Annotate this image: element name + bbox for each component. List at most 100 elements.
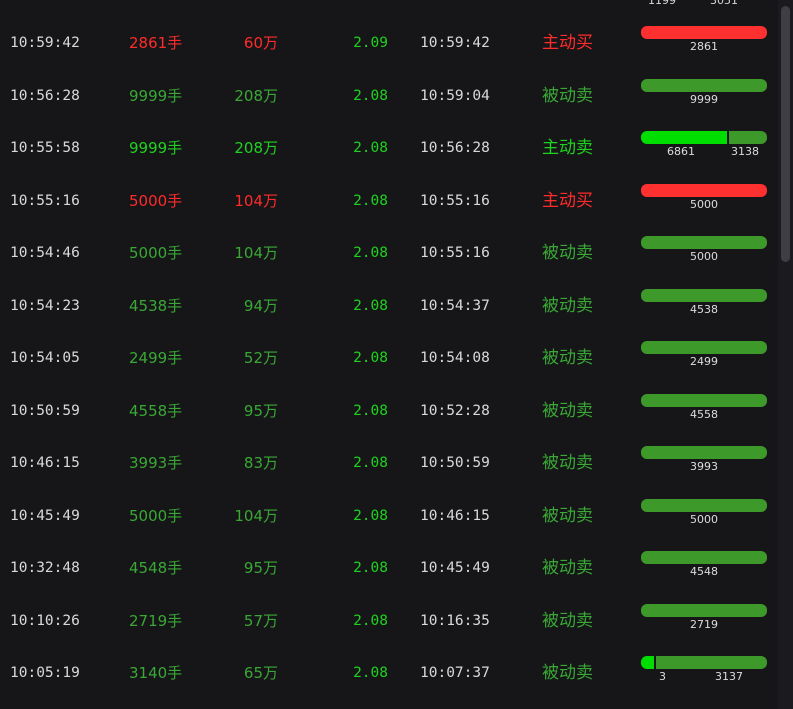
row-amount: 65万: [243, 664, 278, 682]
row-volume: 2719手: [129, 611, 183, 630]
row-time: 10:55:58: [10, 140, 80, 156]
volume-ratio-bar: [641, 656, 767, 669]
trade-row[interactable]: 10:32:48 4548手 95万 2.08 10:45:49 被动卖 4548: [0, 542, 780, 594]
partial-bar-labels: 1199 3051: [640, 0, 770, 7]
row-amount: 104万: [234, 244, 278, 262]
row-match-time: 10:55:16: [420, 245, 490, 261]
row-volume: 4548手: [129, 559, 183, 577]
row-time: 10:56:28: [10, 87, 80, 104]
trade-row[interactable]: 10:50:59 4558手 95万 2.08 10:52:28 被动卖 4558: [0, 385, 780, 437]
row-price: 2.08: [353, 245, 388, 261]
row-price: 2.08: [353, 560, 388, 576]
bar-segment: [641, 183, 767, 197]
row-amount: 208万: [234, 86, 278, 105]
bar-segment-right: [729, 131, 767, 144]
row-amount: 94万: [243, 296, 278, 315]
row-amount: 57万: [243, 611, 278, 630]
bar-label: 4538: [690, 302, 718, 316]
row-trade-type: 主动卖: [542, 138, 593, 158]
row-volume: 9999手: [129, 86, 183, 105]
row-amount: 95万: [243, 559, 278, 577]
bar-label: 5000: [690, 512, 718, 526]
volume-ratio-labels: 9999: [641, 93, 767, 107]
row-time: 10:32:48: [10, 560, 80, 576]
row-trade-type: 被动卖: [542, 348, 593, 368]
bar-label: 4558: [690, 407, 718, 421]
row-trade-type: 被动卖: [542, 663, 593, 683]
volume-ratio-labels: 2861: [641, 40, 767, 54]
row-volume: 5000手: [129, 506, 183, 525]
bar-label: 2499: [690, 355, 718, 368]
bar-label: 4548: [690, 565, 718, 578]
row-trade-type: 被动卖: [542, 558, 593, 578]
row-time: 10:54:46: [10, 245, 80, 261]
bar-segment: [641, 26, 767, 39]
row-volume: 4558手: [129, 401, 183, 420]
scrollbar-thumb[interactable]: [781, 6, 790, 262]
volume-ratio-bar: [641, 26, 767, 39]
row-volume: 5000手: [129, 191, 183, 210]
trade-row[interactable]: 10:54:23 4538手 94万 2.08 10:54:37 被动卖 4538: [0, 280, 780, 332]
row-time: 10:50:59: [10, 402, 80, 419]
volume-ratio-labels: 4538: [641, 303, 767, 317]
trade-row[interactable]: 10:45:49 5000手 104万 2.08 10:46:15 被动卖 5000: [0, 490, 780, 542]
volume-ratio-bar: [641, 183, 767, 197]
bar-segment-left: [641, 656, 654, 669]
trade-row[interactable]: 10:54:46 5000手 104万 2.08 10:55:16 被动卖 5000: [0, 227, 780, 279]
row-trade-type: 主动买: [542, 190, 593, 211]
row-match-time: 10:07:37: [420, 665, 490, 681]
row-time: 10:45:49: [10, 507, 80, 524]
volume-ratio-bar: [641, 78, 767, 92]
row-time: 10:05:19: [10, 665, 80, 681]
volume-ratio-labels: 2499: [641, 355, 767, 369]
row-price: 2.08: [353, 455, 388, 471]
row-volume: 2499手: [129, 349, 183, 367]
row-time: 10:54:23: [10, 297, 80, 314]
bar-label: 5000: [690, 197, 718, 211]
bar-left-label: 6861: [667, 145, 695, 158]
vertical-scrollbar[interactable]: [778, 0, 793, 709]
row-trade-type: 主动买: [542, 33, 593, 53]
row-amount: 104万: [234, 191, 278, 210]
bar-segment: [641, 393, 767, 407]
volume-ratio-bar: [641, 551, 767, 564]
volume-ratio-bar: [641, 498, 767, 512]
row-price: 2.08: [353, 402, 388, 419]
bar-right-label: 3138: [731, 145, 759, 158]
volume-ratio-bar: [641, 236, 767, 249]
row-amount: 52万: [243, 349, 278, 367]
volume-ratio-labels: 3 3137: [641, 670, 767, 684]
bar-segment: [641, 551, 767, 564]
row-match-time: 10:46:15: [420, 507, 490, 524]
row-match-time: 10:55:16: [420, 192, 490, 209]
volume-ratio-labels: 3993: [641, 460, 767, 474]
row-volume: 5000手: [129, 244, 183, 262]
row-trade-type: 被动卖: [542, 610, 593, 631]
trade-row[interactable]: 10:10:26 2719手 57万 2.08 10:16:35 被动卖 2719: [0, 595, 780, 647]
volume-ratio-bar: [641, 603, 767, 617]
partial-right-label: 3051: [710, 0, 738, 7]
row-trade-type: 被动卖: [542, 85, 593, 106]
trade-row[interactable]: 10:55:16 5000手 104万 2.08 10:55:16 主动买 5000: [0, 175, 780, 227]
row-match-time: 10:54:08: [420, 350, 490, 366]
trade-row[interactable]: 10:55:58 9999手 208万 2.08 10:56:28 主动卖 6861 3138: [0, 122, 780, 174]
row-volume: 2861手: [129, 34, 183, 52]
row-amount: 83万: [243, 454, 278, 472]
row-amount: 104万: [234, 506, 278, 525]
row-volume: 3993手: [129, 454, 183, 472]
row-trade-type: 被动卖: [542, 400, 593, 421]
row-price: 2.08: [353, 507, 388, 524]
row-time: 10:10:26: [10, 612, 80, 629]
volume-ratio-labels: 2719: [641, 618, 767, 632]
row-price: 2.08: [353, 297, 388, 314]
row-amount: 208万: [234, 139, 278, 157]
row-price: 2.08: [353, 350, 388, 366]
trade-row[interactable]: 10:59:42 2861手 60万 2.09 10:59:42 主动买 2861: [0, 17, 780, 69]
trade-row[interactable]: 10:56:28 9999手 208万 2.08 10:59:04 被动卖 9999: [0, 70, 780, 122]
trade-row[interactable]: 10:54:05 2499手 52万 2.08 10:54:08 被动卖 2499: [0, 332, 780, 384]
trade-row[interactable]: 10:05:19 3140手 65万 2.08 10:07:37 被动卖 3 3137: [0, 647, 780, 699]
row-time: 10:46:15: [10, 455, 80, 471]
bar-segment: [641, 603, 767, 617]
trade-row[interactable]: 10:46:15 3993手 83万 2.08 10:50:59 被动卖 3993: [0, 437, 780, 489]
bar-segment: [641, 78, 767, 92]
